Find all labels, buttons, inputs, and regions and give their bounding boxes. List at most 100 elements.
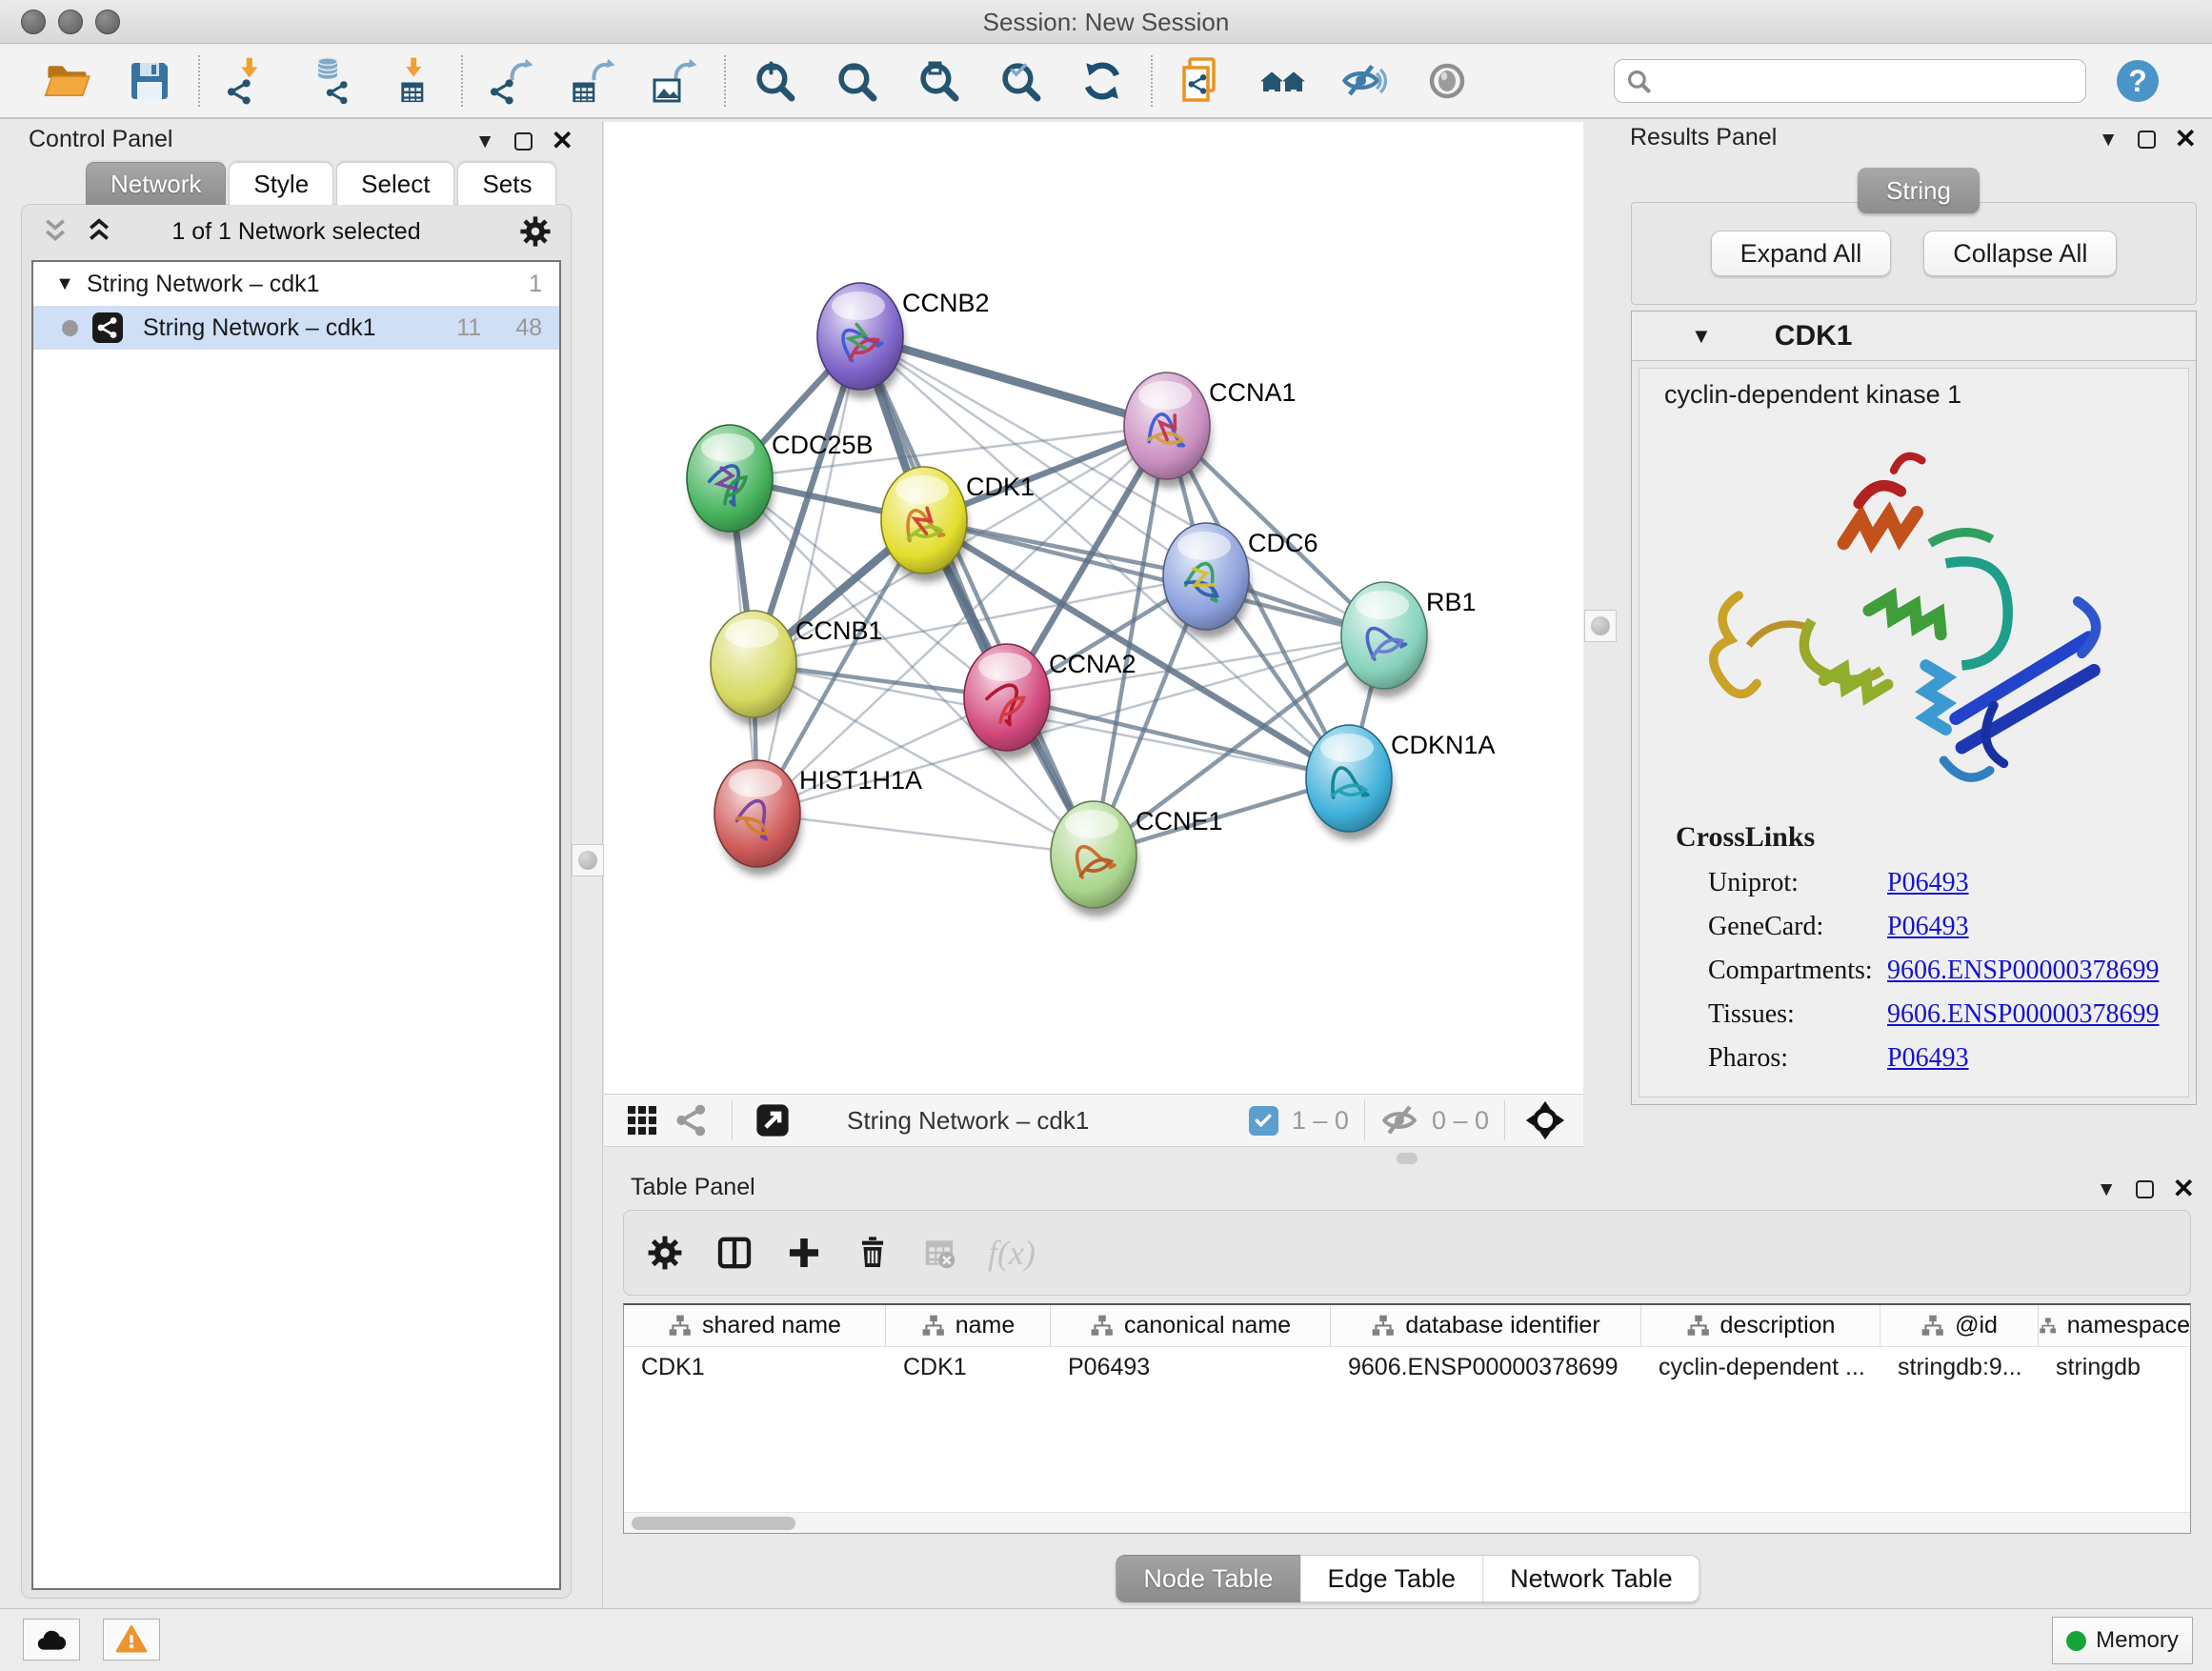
network-node-CCNA1[interactable]: CCNA1 [1124,372,1297,488]
import-network-database-button[interactable] [290,50,372,112]
horizontal-splitter-handle[interactable] [1397,1153,1418,1164]
left-splitter-handle[interactable] [572,844,604,876]
import-table-button[interactable] [372,50,453,112]
create-column-button[interactable] [786,1235,822,1271]
node-details-header[interactable]: ▼ CDK1 [1632,312,2196,361]
cell-database-identifier[interactable]: 9606.ENSP00000378699 [1331,1354,1641,1381]
network-canvas[interactable]: CCNB2 CCNA1 CDC25BCDK1 CDC6RB1 CCNB1 CCNA2 CDK… [604,122,1583,1094]
network-node-HIST1H1A[interactable]: HIST1H1A [714,760,922,876]
crosslink-compartments-link[interactable]: 9606.ENSP00000378699 [1887,956,2159,986]
network-node-CDC25B[interactable]: CDC25B [687,425,874,540]
tab-network-table[interactable]: Network Table [1483,1555,1700,1602]
open-in-new-window-button[interactable] [748,1097,797,1143]
network-overview-button[interactable] [667,1097,716,1143]
table-panel-close-button[interactable]: ✕ [2173,1176,2195,1202]
export-image-button[interactable] [634,50,716,112]
warnings-button[interactable] [103,1619,160,1661]
tab-node-table[interactable]: Node Table [1116,1555,1300,1602]
help-button[interactable]: ? [2113,56,2162,106]
cell-namespace[interactable]: stringdb [2039,1354,2190,1381]
column-header-id[interactable]: @id [1880,1305,2039,1346]
save-session-button[interactable] [109,50,191,112]
table-options-button[interactable] [647,1235,683,1271]
tab-network[interactable]: Network [86,162,226,205]
cell-shared-name[interactable]: CDK1 [624,1354,886,1381]
network-node-CCNE1[interactable]: CCNE1 [1051,801,1223,916]
string-home-button[interactable] [1242,50,1324,112]
tree-expander-icon[interactable]: ▼ [49,273,81,295]
fit-selected-button[interactable] [1520,1097,1570,1143]
results-panel-close-button[interactable]: ✕ [2175,126,2197,152]
network-node-CCNA2[interactable]: CCNA2 [964,644,1136,759]
open-session-button[interactable] [27,50,109,112]
collapse-entry-icon[interactable]: ▼ [1691,324,1712,349]
network-edge[interactable] [757,336,860,814]
tab-select[interactable]: Select [336,162,454,205]
column-header-description[interactable]: description [1641,1305,1880,1346]
network-node-CCNB2[interactable]: CCNB2 [817,283,990,398]
crosslink-uniprot-link[interactable]: P06493 [1887,868,1969,898]
control-panel-close-button[interactable]: ✕ [552,128,573,154]
network-node-RB1[interactable]: RB1 [1341,582,1477,697]
export-table-button[interactable] [553,50,634,112]
hide-selected-button[interactable] [1324,50,1406,112]
crosslink-tissues-link[interactable]: 9606.ENSP00000378699 [1887,999,2159,1030]
results-panel-menu-icon[interactable]: ▼ [2099,130,2119,150]
crosslink-genecard-link[interactable]: P06493 [1887,912,1969,942]
table-row[interactable]: CDK1 CDK1 P06493 9606.ENSP00000378699 cy… [624,1347,2190,1387]
column-header-canonical-name[interactable]: canonical name [1051,1305,1331,1346]
zoom-in-button[interactable] [734,50,815,112]
expand-all-button[interactable]: Expand All [1711,231,1892,276]
network-graph[interactable]: CCNB2 CCNA1 CDC25BCDK1 CDC6RB1 CCNB1 CCNA2 CDK… [604,122,1583,1094]
tab-string[interactable]: String [1858,168,1980,213]
zoom-selected-button[interactable] [979,50,1061,112]
network-edge[interactable] [757,814,1094,855]
memory-button[interactable]: Memory [2052,1617,2193,1664]
control-panel-menu-icon[interactable]: ▼ [475,131,495,151]
network-collection-row[interactable]: ▼ String Network – cdk1 1 [33,262,559,306]
column-header-name[interactable]: name [886,1305,1051,1346]
search-input[interactable] [1614,59,2086,103]
horizontal-scrollbar[interactable] [624,1512,2190,1533]
refresh-button[interactable] [1061,50,1143,112]
network-row[interactable]: String Network – cdk1 11 48 [33,306,559,350]
selected-nodes-checkbox[interactable] [1249,1106,1278,1136]
show-graphics-details-button[interactable] [1406,50,1488,112]
crosslink-pharos-link[interactable]: P06493 [1887,1043,1969,1074]
results-panel-float-button[interactable] [2138,131,2156,149]
zoom-fit-button[interactable] [897,50,979,112]
export-network-button[interactable] [471,50,553,112]
network-node-CDK1[interactable]: CDK1 [881,467,1035,582]
network-node-CDC6[interactable]: CDC6 [1163,523,1318,638]
import-network-file-button[interactable] [208,50,290,112]
cell-description[interactable]: cyclin-dependent ... [1641,1354,1880,1381]
table-panel-float-button[interactable] [2136,1180,2154,1198]
table-panel-menu-icon[interactable]: ▼ [2097,1179,2117,1199]
network-node-CDKN1A[interactable]: CDKN1A [1306,725,1496,840]
zoom-out-button[interactable] [815,50,897,112]
column-header-namespace[interactable]: namespace [2039,1305,2190,1346]
delete-column-button[interactable] [855,1235,891,1271]
show-columns-button[interactable] [715,1234,754,1272]
scrollbar-thumb[interactable] [632,1517,795,1530]
search-field[interactable] [1660,68,2074,95]
tab-style[interactable]: Style [229,162,333,205]
cell-id[interactable]: stringdb:9... [1880,1354,2039,1381]
network-edge[interactable] [860,336,1167,426]
control-panel: Control Panel ▼ ✕ Network Style Select S… [8,124,585,1606]
clone-network-button[interactable] [1160,50,1242,112]
column-header-shared-name[interactable]: shared name [624,1305,886,1346]
cloud-status-button[interactable] [23,1619,80,1661]
delete-table-button[interactable] [923,1237,955,1269]
network-node-CCNB1[interactable]: CCNB1 [711,611,883,726]
tab-edge-table[interactable]: Edge Table [1300,1555,1483,1602]
function-builder-button[interactable]: f(x) [988,1233,1036,1273]
cell-name[interactable]: CDK1 [886,1354,1051,1381]
tab-sets[interactable]: Sets [457,162,556,205]
cell-canonical-name[interactable]: P06493 [1051,1354,1331,1381]
birds-eye-grid-button[interactable] [617,1097,667,1143]
column-header-database-identifier[interactable]: database identifier [1331,1305,1641,1346]
collapse-all-button[interactable]: Collapse All [1923,231,2117,276]
import-table-icon [388,56,437,106]
control-panel-float-button[interactable] [514,132,533,151]
